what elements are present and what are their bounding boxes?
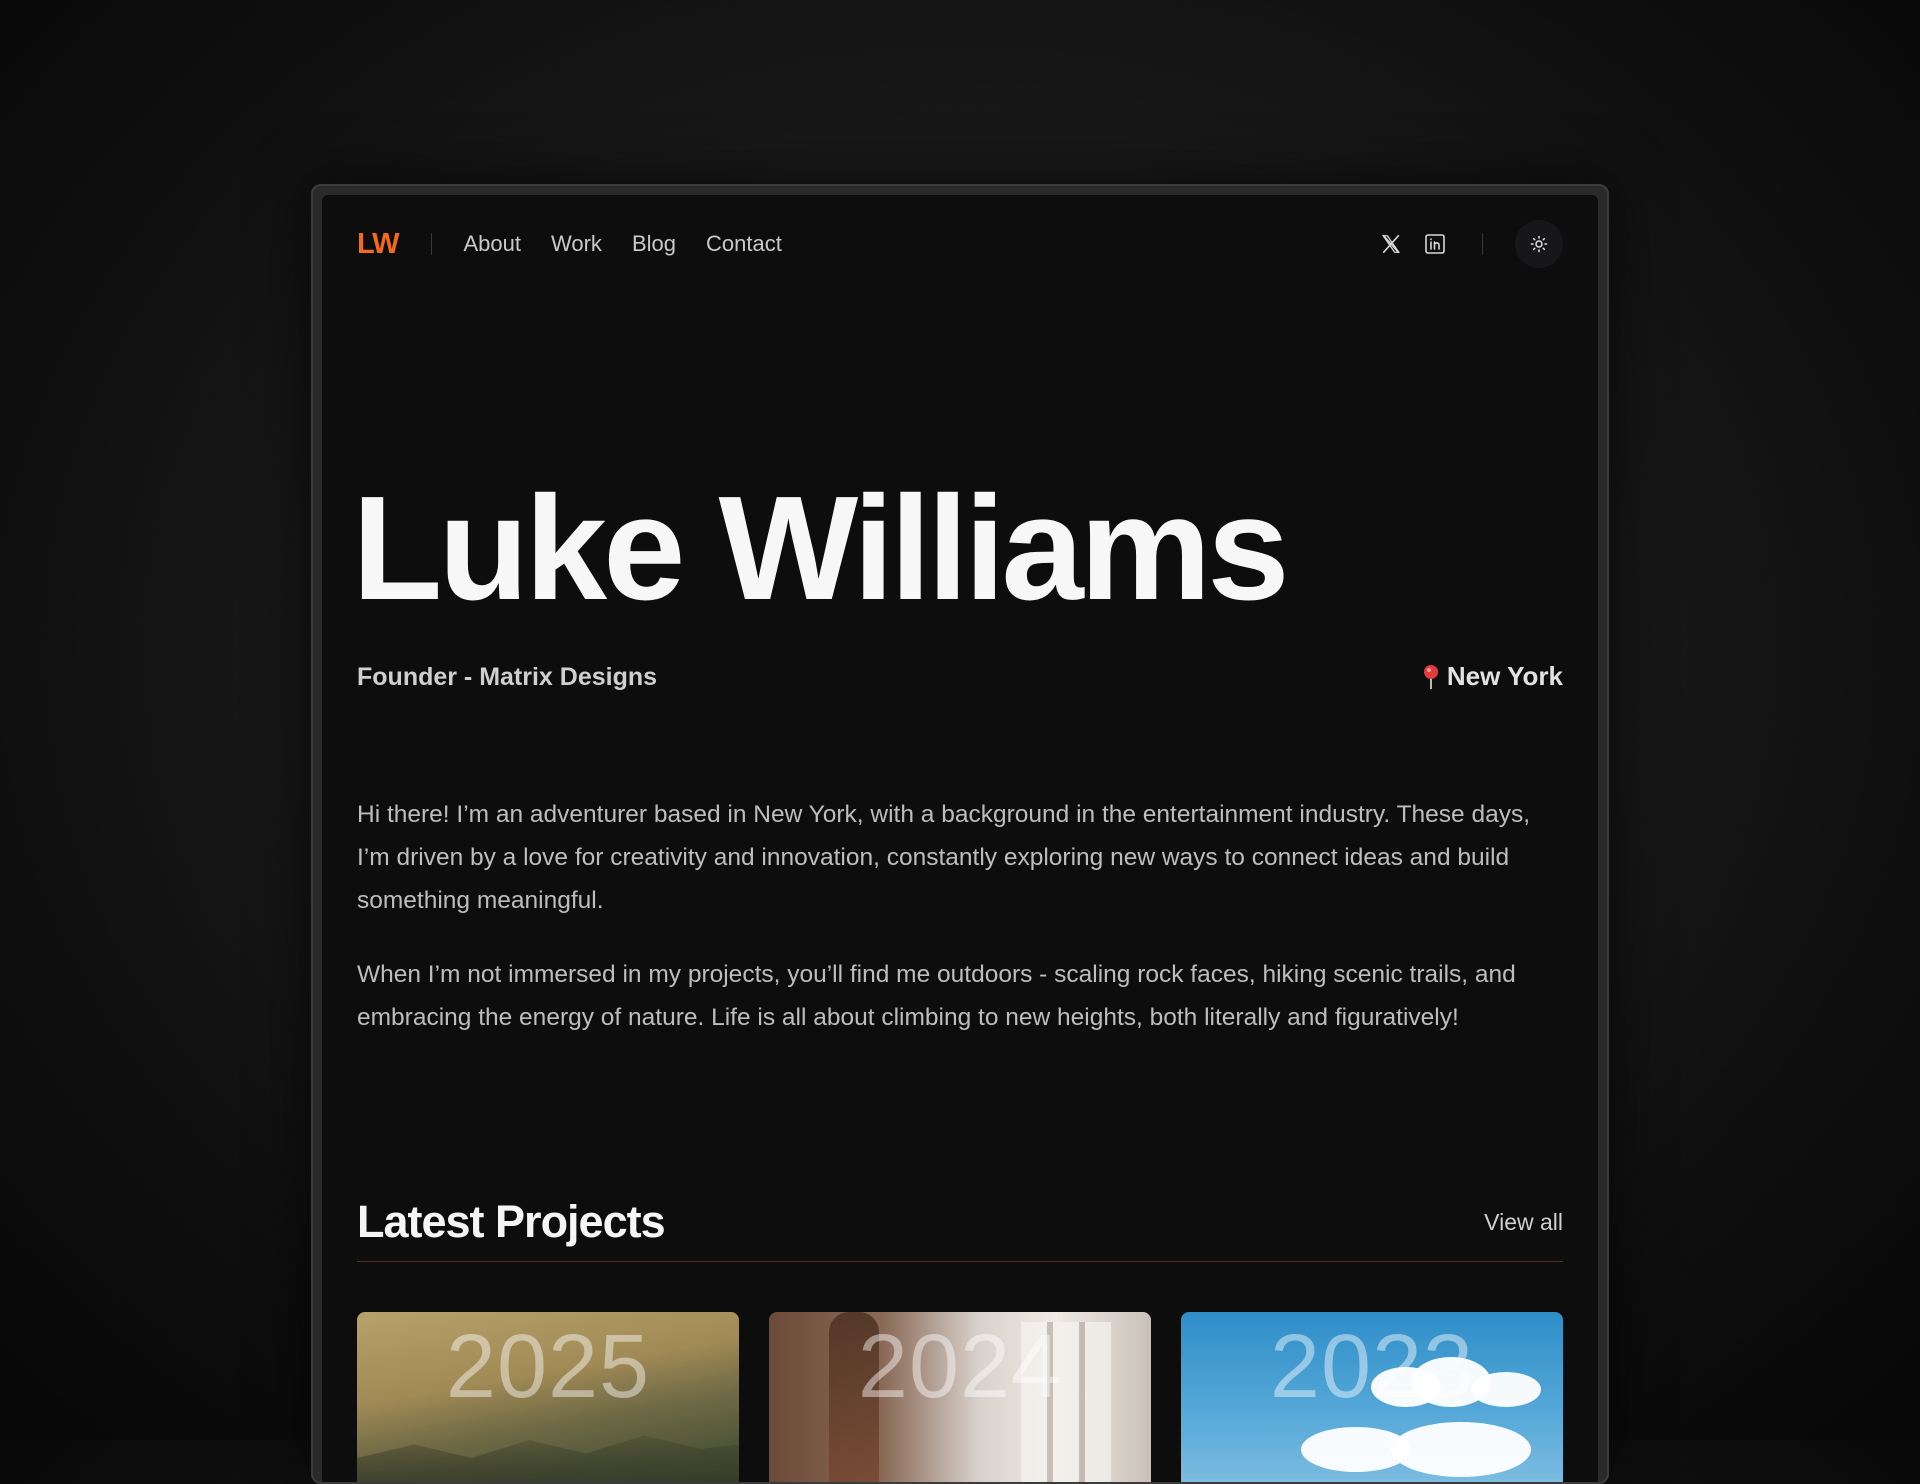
nav-link-work[interactable]: Work — [551, 231, 602, 257]
project-card-2023[interactable]: 2023 — [1181, 1312, 1563, 1482]
project-year: 2024 — [857, 1317, 1063, 1417]
hero-location: New York — [1421, 661, 1563, 692]
hero-role: Founder - Matrix Designs — [357, 663, 658, 691]
nav-link-blog[interactable]: Blog — [632, 231, 676, 257]
page-viewport: LW About Work Blog Contact Luke Williams… — [322, 195, 1598, 1482]
nav-link-about[interactable]: About — [464, 231, 522, 257]
projects-title: Latest Projects — [357, 1196, 666, 1247]
view-all-link[interactable]: View all — [1484, 1209, 1563, 1236]
theme-toggle-button[interactable] — [1515, 220, 1563, 268]
x-icon[interactable] — [1376, 229, 1406, 259]
bio-paragraph: Hi there! I’m an adventurer based in New… — [357, 801, 1531, 914]
project-year: 2023 — [1269, 1317, 1475, 1417]
bio: Hi there! I’m an adventurer based in New… — [357, 793, 1563, 1070]
location-label: New York — [1446, 661, 1563, 691]
project-year: 2025 — [445, 1317, 651, 1417]
projects-header: Latest Projects View all — [357, 1195, 1563, 1262]
logo[interactable]: LW — [357, 228, 399, 261]
card-image-mountains — [357, 1435, 739, 1482]
project-card-2024[interactable]: 2024 — [769, 1312, 1151, 1482]
browser-frame: LW About Work Blog Contact Luke Williams… — [311, 184, 1609, 1484]
linkedin-icon[interactable] — [1420, 229, 1450, 259]
card-image-cloud — [1391, 1422, 1531, 1477]
nav-divider-right — [1482, 233, 1483, 255]
project-card-2025[interactable]: 2025 — [357, 1312, 739, 1482]
nav-actions — [1376, 220, 1563, 268]
hero-name: Luke Williams — [352, 466, 1290, 631]
project-cards: 2025 2024 2023 — [357, 1312, 1563, 1482]
bio-paragraph: When I’m not immersed in my projects, yo… — [357, 961, 1516, 1031]
map-pin-icon — [1423, 664, 1438, 689]
nav-links: About Work Blog Contact — [464, 231, 782, 257]
nav-divider — [430, 233, 432, 255]
sun-icon — [1530, 235, 1548, 253]
top-nav: LW About Work Blog Contact — [357, 218, 1563, 270]
nav-link-contact[interactable]: Contact — [706, 231, 782, 257]
